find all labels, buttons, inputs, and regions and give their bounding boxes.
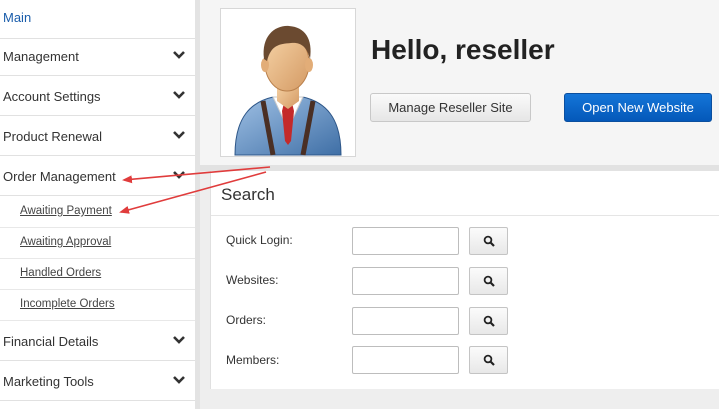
sidebar-subitem-label: Awaiting Payment xyxy=(20,205,112,217)
websites-label: Websites: xyxy=(226,273,279,287)
search-icon xyxy=(483,315,495,327)
divider xyxy=(211,215,719,216)
sidebar-item-main[interactable]: Main xyxy=(0,0,195,39)
sidebar-item-label: Account Settings xyxy=(3,89,101,104)
sidebar-item-management[interactable]: Management xyxy=(0,37,195,76)
members-label: Members: xyxy=(226,353,280,367)
sidebar-item-label: Management xyxy=(3,49,79,64)
orders-label: Orders: xyxy=(226,313,267,327)
sidebar-item-label: Financial Details xyxy=(3,334,99,349)
websites-search-button[interactable] xyxy=(469,267,508,295)
quick-login-search-button[interactable] xyxy=(469,227,508,255)
quick-login-label: Quick Login: xyxy=(226,233,293,247)
sidebar: Main Management Account Settings Product… xyxy=(0,0,195,409)
chevron-down-icon xyxy=(173,171,185,179)
search-icon xyxy=(483,354,495,366)
chevron-down-icon xyxy=(173,51,185,59)
sidebar-subitem-label: Awaiting Approval xyxy=(20,236,112,248)
sidebar-item-product-renewal[interactable]: Product Renewal xyxy=(0,117,195,156)
sidebar-item-order-management[interactable]: Order Management xyxy=(0,157,195,196)
sidebar-item-account-settings[interactable]: Account Settings xyxy=(0,77,195,116)
sidebar-item-financial-details[interactable]: Financial Details xyxy=(0,322,195,361)
search-panel-title: Search xyxy=(221,185,275,204)
open-new-website-button[interactable]: Open New Website xyxy=(564,93,712,122)
user-avatar xyxy=(220,8,356,157)
sidebar-item-label: Marketing Tools xyxy=(3,374,94,389)
chevron-down-icon xyxy=(173,131,185,139)
user-avatar-icon xyxy=(234,25,342,156)
search-icon xyxy=(483,235,495,247)
chevron-down-icon xyxy=(173,91,185,99)
sidebar-item-label: Order Management xyxy=(3,169,116,184)
orders-search-button[interactable] xyxy=(469,307,508,335)
manage-reseller-site-button[interactable]: Manage Reseller Site xyxy=(370,93,531,122)
sidebar-item-marketing-tools[interactable]: Marketing Tools xyxy=(0,362,195,401)
websites-input[interactable] xyxy=(352,267,459,295)
search-panel xyxy=(210,171,719,389)
sidebar-subitem-label: Incomplete Orders xyxy=(20,298,115,310)
members-input[interactable] xyxy=(352,346,459,374)
sidebar-subitem-handled-orders[interactable]: Handled Orders xyxy=(0,259,195,290)
sidebar-divider xyxy=(195,0,200,409)
greeting-title: Hello, reseller xyxy=(371,34,555,65)
sidebar-subitem-label: Handled Orders xyxy=(20,267,102,279)
quick-login-input[interactable] xyxy=(352,227,459,255)
sidebar-subitem-incomplete-orders[interactable]: Incomplete Orders xyxy=(0,290,195,321)
sidebar-subitem-awaiting-payment[interactable]: Awaiting Payment xyxy=(0,197,195,228)
sidebar-item-label: Main xyxy=(3,10,32,25)
chevron-down-icon xyxy=(173,376,185,384)
sidebar-subitem-awaiting-approval[interactable]: Awaiting Approval xyxy=(0,228,195,259)
orders-input[interactable] xyxy=(352,307,459,335)
sidebar-item-label: Product Renewal xyxy=(3,129,102,144)
search-icon xyxy=(483,275,495,287)
chevron-down-icon xyxy=(173,336,185,344)
members-search-button[interactable] xyxy=(469,346,508,374)
